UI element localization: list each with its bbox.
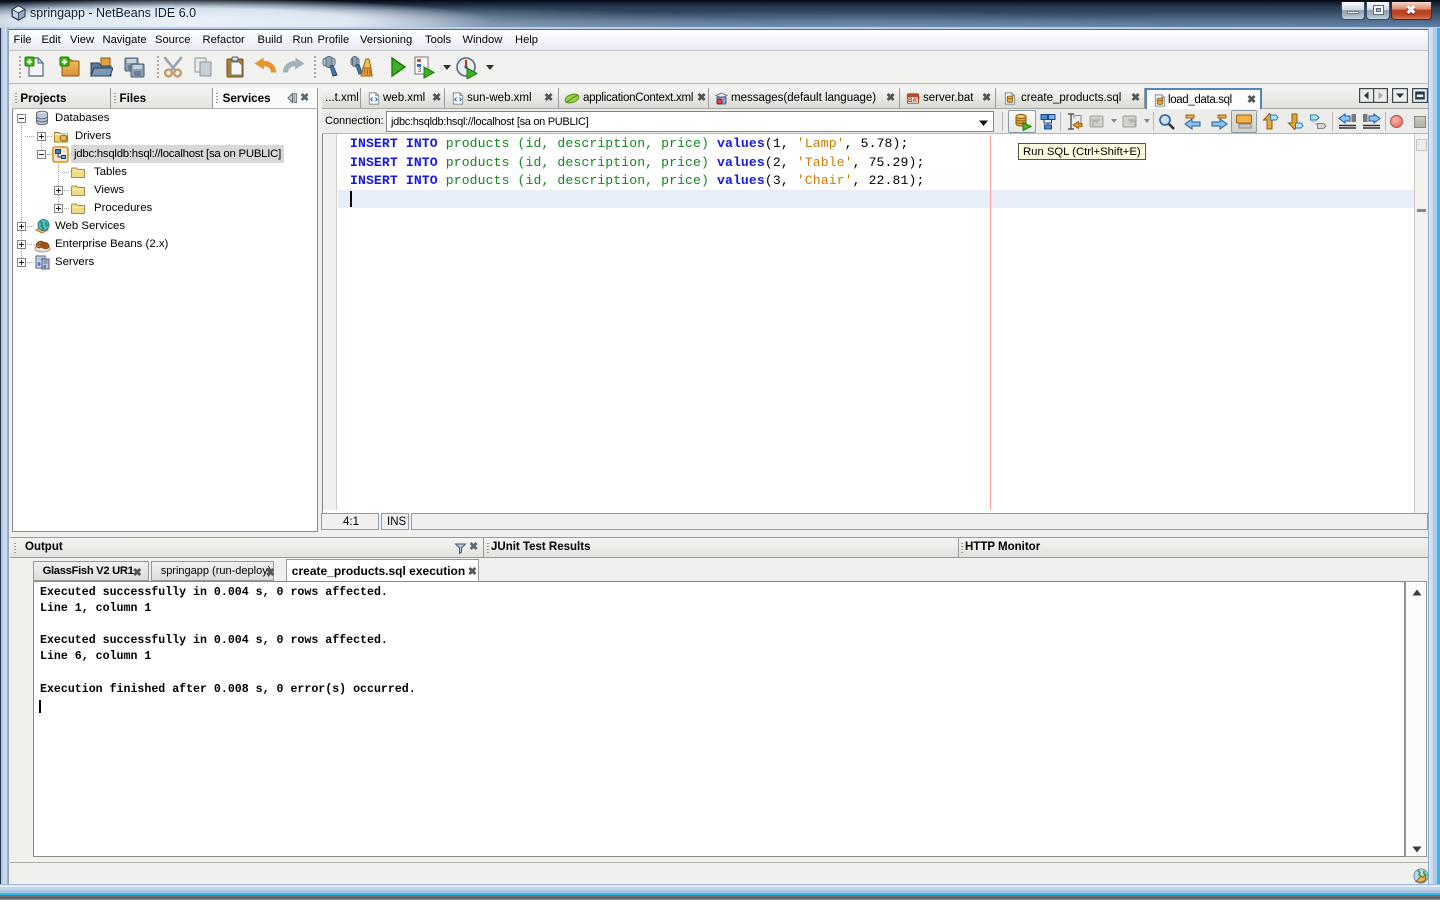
- svg-text:BAT: BAT: [908, 98, 920, 104]
